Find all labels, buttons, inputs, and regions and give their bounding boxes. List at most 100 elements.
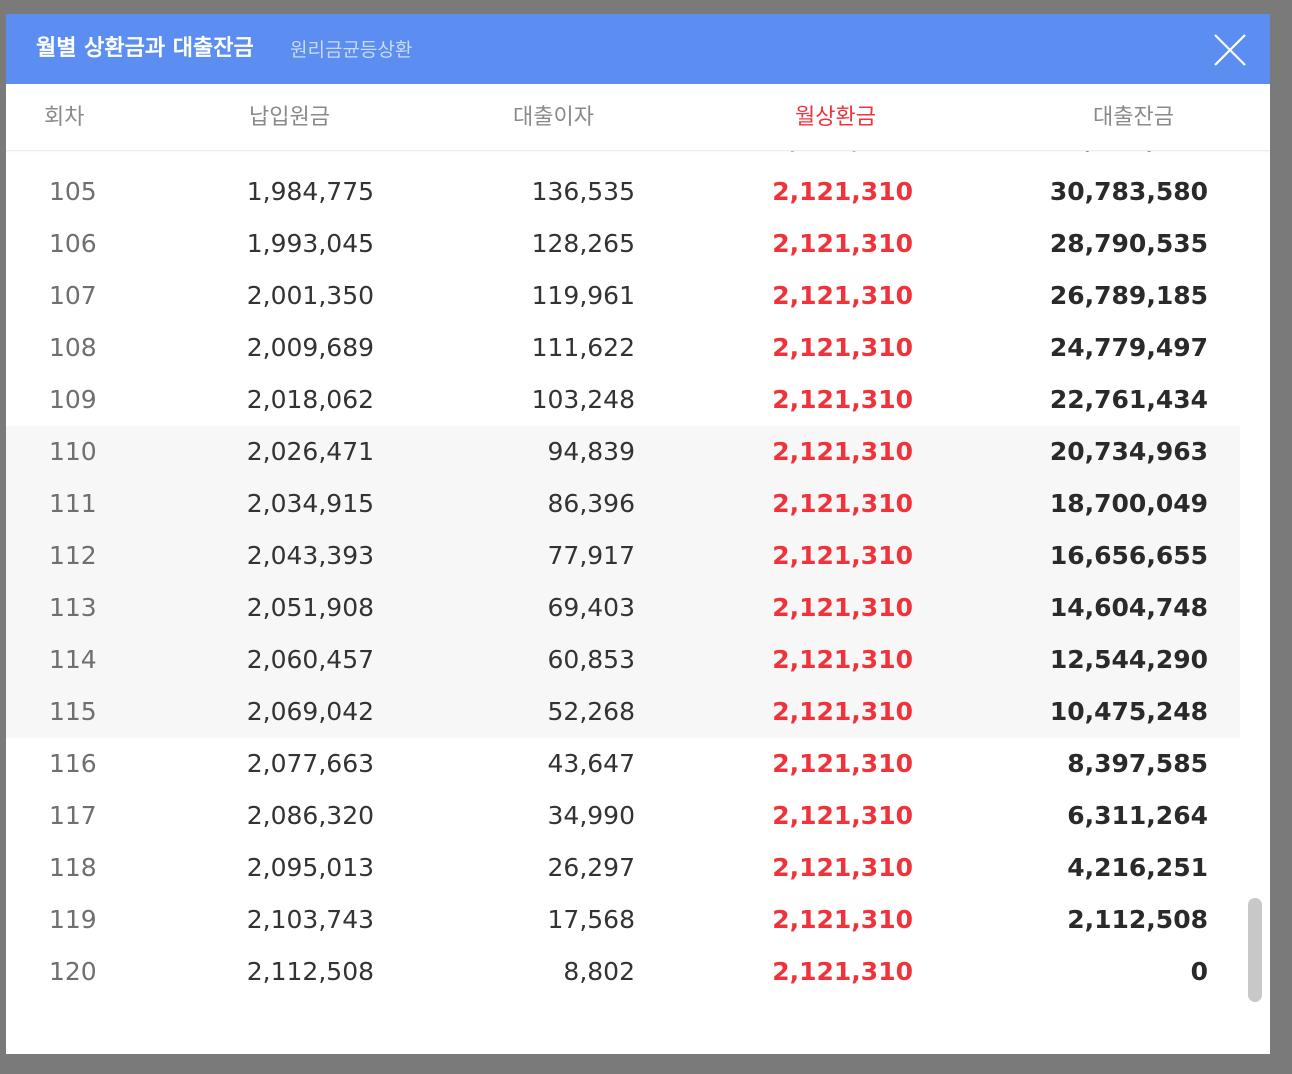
cell-balance: 2,112,508 [1067, 905, 1208, 934]
cell-balance: 30,783,580 [1049, 177, 1208, 206]
cell-monthly-payment: 2,121,310 [772, 281, 913, 310]
cell-principal: 2,086,320 [246, 801, 374, 830]
cell-principal: 2,018,062 [246, 385, 374, 414]
cell-balance: 10,475,248 [1049, 697, 1208, 726]
cell-interest: 77,917 [547, 541, 635, 570]
table-row: 110 2,026,471 94,839 2,121,310 20,734,963 [6, 426, 1240, 478]
table-row: 117 2,086,320 34,990 2,121,310 6,311,264 [6, 790, 1240, 842]
table-row: 111 2,034,915 86,396 2,121,310 18,700,049 [6, 478, 1240, 530]
cell-monthly-payment: 2,121,310 [772, 489, 913, 518]
cell-balance: 6,311,264 [1067, 801, 1208, 830]
modal-title: 월별 상환금과 대출잔금 [36, 36, 254, 61]
cell-installment: 120 [49, 957, 97, 986]
cell-interest: 111,622 [531, 333, 635, 362]
cell-monthly-payment: 2,121,310 [772, 905, 913, 934]
table-row: 118 2,095,013 26,297 2,121,310 4,216,251 [6, 842, 1240, 894]
table-rows: 1041,976,540144,7702,121,31032,768,33010… [6, 151, 1240, 998]
cell-interest: 52,268 [547, 697, 635, 726]
cell-interest: 136,535 [531, 177, 635, 206]
close-icon [1214, 34, 1246, 66]
table-row: 120 2,112,508 8,802 2,121,310 0 [6, 946, 1240, 998]
table-body[interactable]: 1041,976,540144,7702,121,31032,768,33010… [6, 151, 1240, 1008]
cell-balance: 18,700,049 [1049, 489, 1208, 518]
header-monthly-payment: 월상환금 [795, 105, 876, 130]
header-balance: 대출잔금 [1093, 105, 1174, 130]
cell-principal: 2,060,457 [246, 645, 374, 674]
table-row: 114 2,060,457 60,853 2,121,310 12,544,290 [6, 634, 1240, 686]
cell-principal: 1,984,775 [246, 177, 374, 206]
cell-monthly-payment: 2,121,310 [772, 229, 913, 258]
cell-monthly-payment: 2,121,310 [772, 437, 913, 466]
cell-monthly-payment: 2,121,310 [772, 801, 913, 830]
header-interest: 대출이자 [513, 105, 594, 130]
cell-monthly-payment: 2,121,310 [772, 541, 913, 570]
cell-principal: 2,103,743 [246, 905, 374, 934]
cell-interest: 86,396 [547, 489, 635, 518]
cell-principal: 2,034,915 [246, 489, 374, 518]
cell-installment: 117 [49, 801, 97, 830]
table-row: 113 2,051,908 69,403 2,121,310 14,604,748 [6, 582, 1240, 634]
cell-interest: 17,568 [547, 905, 635, 934]
cell-monthly-payment: 2,121,310 [772, 177, 913, 206]
cell-principal: 2,095,013 [246, 853, 374, 882]
close-button[interactable] [1208, 28, 1252, 72]
cell-interest: 8,802 [563, 957, 635, 986]
table-row: 107 2,001,350 119,961 2,121,310 26,789,185 [6, 270, 1240, 322]
cell-balance: 0 [1190, 957, 1208, 986]
cell-principal: 2,009,689 [246, 333, 374, 362]
table-row: 108 2,009,689 111,622 2,121,310 24,779,497 [6, 322, 1240, 374]
cell-installment: 114 [49, 645, 97, 674]
cell-installment: 113 [49, 593, 97, 622]
cell-installment: 107 [49, 281, 97, 310]
cell-interest: 43,647 [547, 749, 635, 778]
cell-balance: 22,761,434 [1049, 385, 1208, 414]
cell-installment: 115 [49, 697, 97, 726]
cell-principal: 2,051,908 [246, 593, 374, 622]
table-row: 105 1,984,775 136,535 2,121,310 30,783,580 [6, 166, 1240, 218]
cell-monthly-payment: 2,121,310 [772, 749, 913, 778]
cell-installment: 106 [49, 229, 97, 258]
table-row: 104 1,976,540 144,770 2,121,310 32,768,330 [6, 151, 1240, 166]
cell-installment: 104 [49, 151, 97, 166]
cell-interest: 94,839 [547, 437, 635, 466]
cell-interest: 69,403 [547, 593, 635, 622]
cell-interest: 119,961 [531, 281, 635, 310]
cell-monthly-payment: 2,121,310 [772, 645, 913, 674]
table-row: 116 2,077,663 43,647 2,121,310 8,397,585 [6, 738, 1240, 790]
table-header: 회차 납입원금 대출이자 월상환금 대출잔금 [6, 84, 1270, 151]
cell-principal: 1,993,045 [246, 229, 374, 258]
cell-balance: 26,789,185 [1049, 281, 1208, 310]
cell-principal: 1,976,540 [247, 151, 374, 166]
cell-monthly-payment: 2,121,310 [772, 385, 913, 414]
cell-installment: 108 [49, 333, 97, 362]
cell-principal: 2,077,663 [246, 749, 374, 778]
cell-interest: 144,770 [532, 151, 635, 166]
cell-balance: 24,779,497 [1049, 333, 1208, 362]
table-row: 109 2,018,062 103,248 2,121,310 22,761,434 [6, 374, 1240, 426]
scrollbar-track[interactable] [1240, 151, 1270, 1008]
table-row: 119 2,103,743 17,568 2,121,310 2,112,508 [6, 894, 1240, 946]
header-principal: 납입원금 [249, 105, 330, 130]
cell-installment: 111 [49, 489, 97, 518]
cell-balance: 8,397,585 [1067, 749, 1208, 778]
cell-principal: 2,069,042 [246, 697, 374, 726]
cell-monthly-payment: 2,121,310 [772, 853, 913, 882]
cell-principal: 2,026,471 [246, 437, 374, 466]
cell-principal: 2,112,508 [246, 957, 374, 986]
scrollbar-thumb[interactable] [1248, 898, 1262, 1002]
repayment-method-label: 원리금균등상환 [290, 39, 413, 61]
cell-balance: 28,790,535 [1049, 229, 1208, 258]
cell-interest: 34,990 [547, 801, 635, 830]
cell-principal: 2,043,393 [246, 541, 374, 570]
cell-installment: 105 [49, 177, 97, 206]
cell-monthly-payment: 2,121,310 [772, 151, 913, 166]
cell-interest: 60,853 [547, 645, 635, 674]
cell-monthly-payment: 2,121,310 [772, 593, 913, 622]
cell-monthly-payment: 2,121,310 [772, 333, 913, 362]
cell-balance: 12,544,290 [1049, 645, 1208, 674]
header-installment: 회차 [44, 105, 85, 130]
cell-balance: 14,604,748 [1049, 593, 1208, 622]
cell-principal: 2,001,350 [246, 281, 374, 310]
modal-header: 월별 상환금과 대출잔금 원리금균등상환 [6, 14, 1270, 84]
cell-installment: 112 [49, 541, 97, 570]
